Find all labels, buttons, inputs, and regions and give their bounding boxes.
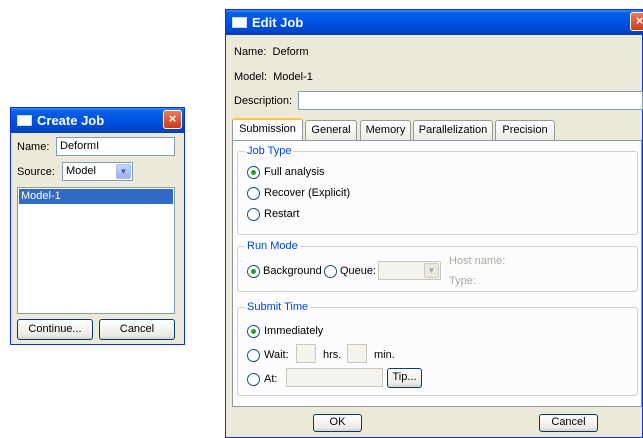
model-line: Model: Model-1 bbox=[234, 71, 313, 83]
text-cursor-icon: I bbox=[96, 140, 100, 152]
type-label: Type: bbox=[449, 275, 476, 287]
create-job-titlebar[interactable]: Create Job × bbox=[11, 108, 184, 133]
at-radio[interactable] bbox=[247, 373, 260, 386]
create-job-dialog: Create Job × Name: DeformI Source: Model… bbox=[10, 107, 185, 345]
min-label: min. bbox=[374, 349, 395, 361]
tab-strip: Submission General Memory Parallelizatio… bbox=[232, 118, 643, 142]
queue-label[interactable]: Queue: bbox=[340, 265, 376, 277]
wait-label[interactable]: Wait: bbox=[264, 349, 289, 361]
name-input-value: Deform bbox=[60, 140, 97, 152]
submit-time-label: Submit Time bbox=[245, 301, 311, 313]
window-icon bbox=[17, 115, 32, 126]
restart-label[interactable]: Restart bbox=[264, 208, 299, 220]
immediately-label[interactable]: Immediately bbox=[264, 325, 323, 337]
full-analysis-radio[interactable] bbox=[247, 166, 260, 179]
source-select[interactable]: Model ▼ bbox=[62, 162, 133, 181]
submission-panel: Job Type Full analysis Recover (Explicit… bbox=[232, 140, 642, 407]
chevron-down-icon[interactable]: ▼ bbox=[116, 164, 131, 179]
wait-hours-input[interactable] bbox=[296, 344, 316, 363]
background-radio[interactable] bbox=[247, 265, 260, 278]
create-job-title: Create Job bbox=[37, 113, 105, 128]
run-mode-label: Run Mode bbox=[245, 240, 300, 252]
full-analysis-label[interactable]: Full analysis bbox=[264, 166, 325, 178]
queue-select[interactable]: ▼ bbox=[378, 261, 441, 280]
list-item[interactable]: Model-1 bbox=[19, 189, 173, 204]
host-name-label: Host name: bbox=[449, 255, 506, 267]
at-time-input[interactable] bbox=[286, 368, 383, 387]
tab-memory[interactable]: Memory bbox=[360, 120, 411, 140]
immediately-radio[interactable] bbox=[247, 325, 260, 338]
tip-button[interactable]: Tip... bbox=[387, 368, 422, 388]
description-input[interactable] bbox=[298, 91, 643, 110]
source-select-value: Model bbox=[66, 165, 96, 177]
queue-radio[interactable] bbox=[324, 265, 337, 278]
edit-job-titlebar[interactable]: Edit Job × bbox=[226, 10, 643, 35]
edit-job-dialog: Edit Job × Name: Deform Model: Model-1 D… bbox=[225, 9, 643, 438]
recover-explicit-label[interactable]: Recover (Explicit) bbox=[264, 187, 350, 199]
tab-precision[interactable]: Precision bbox=[495, 120, 555, 140]
description-label: Description: bbox=[234, 95, 293, 107]
source-label: Source: bbox=[17, 166, 55, 178]
cancel-button[interactable]: Cancel bbox=[99, 319, 175, 340]
close-icon[interactable]: × bbox=[630, 12, 643, 31]
at-label[interactable]: At: bbox=[264, 373, 277, 385]
window-icon bbox=[232, 17, 247, 28]
tab-submission[interactable]: Submission bbox=[232, 118, 303, 140]
chevron-down-icon[interactable]: ▼ bbox=[424, 263, 439, 278]
hrs-label: hrs. bbox=[323, 349, 342, 361]
name-label: Name: bbox=[17, 141, 50, 153]
cancel-button[interactable]: Cancel bbox=[539, 414, 598, 432]
edit-job-title: Edit Job bbox=[252, 15, 304, 30]
ok-button[interactable]: OK bbox=[313, 414, 362, 432]
continue-button[interactable]: Continue... bbox=[17, 319, 93, 340]
tab-parallelization[interactable]: Parallelization bbox=[413, 120, 493, 140]
close-icon[interactable]: × bbox=[163, 110, 182, 129]
background-label[interactable]: Background bbox=[263, 265, 322, 277]
recover-explicit-radio[interactable] bbox=[247, 187, 260, 200]
wait-radio[interactable] bbox=[247, 349, 260, 362]
name-input[interactable]: DeformI bbox=[56, 137, 175, 156]
wait-minutes-input[interactable] bbox=[347, 344, 367, 363]
restart-radio[interactable] bbox=[247, 208, 260, 221]
job-type-label: Job Type bbox=[245, 145, 294, 157]
model-list[interactable]: Model-1 bbox=[17, 187, 175, 314]
job-name-line: Name: Deform bbox=[234, 46, 309, 58]
tab-general[interactable]: General bbox=[305, 120, 357, 140]
